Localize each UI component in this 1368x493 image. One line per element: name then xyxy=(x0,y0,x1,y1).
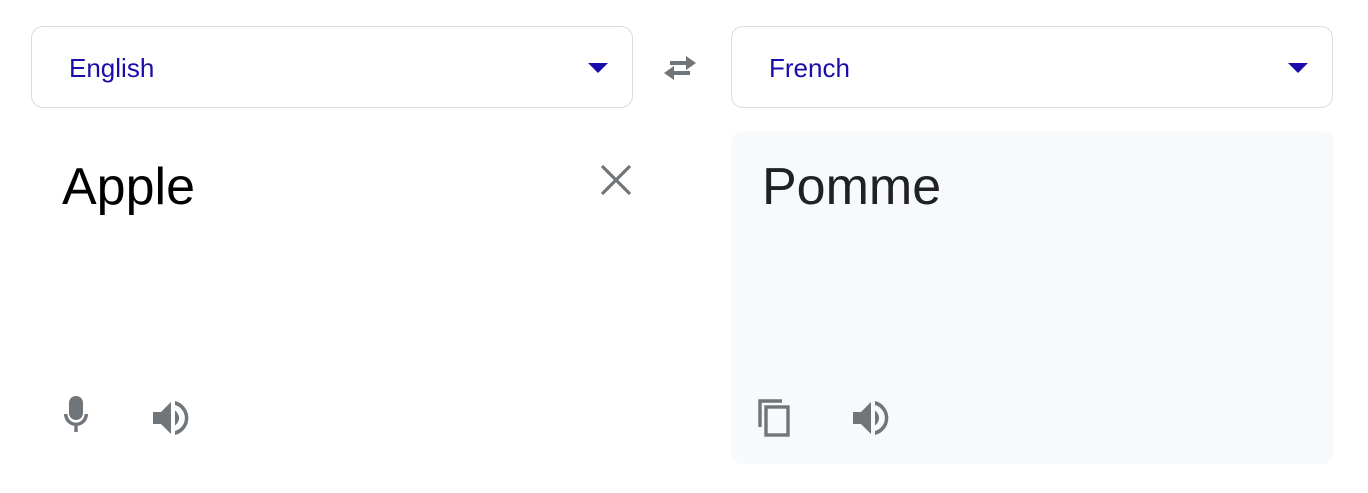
clear-text-button[interactable] xyxy=(596,160,636,200)
copy-translation-button[interactable] xyxy=(754,395,798,439)
target-language-label: French xyxy=(769,53,850,83)
swap-languages-button[interactable] xyxy=(656,48,704,88)
listen-translation-button[interactable] xyxy=(850,396,894,440)
speaker-icon xyxy=(853,401,889,435)
listen-source-button[interactable] xyxy=(150,396,194,440)
swap-languages-icon xyxy=(664,56,696,80)
chevron-down-icon xyxy=(1288,63,1308,73)
source-text-input[interactable]: Apple xyxy=(62,156,195,218)
translation-result-panel: Pomme xyxy=(731,131,1334,464)
chevron-down-icon xyxy=(588,63,608,73)
speaker-icon xyxy=(153,401,189,435)
source-language-select[interactable]: English xyxy=(31,26,633,108)
close-icon xyxy=(600,164,632,196)
microphone-icon xyxy=(63,396,89,432)
target-language-select[interactable]: French xyxy=(731,26,1333,108)
translated-text: Pomme xyxy=(762,158,942,216)
copy-icon xyxy=(758,399,790,437)
source-language-label: English xyxy=(69,53,155,83)
microphone-button[interactable] xyxy=(54,394,98,438)
translate-widget: English French Apple Pomme xyxy=(0,0,1368,493)
